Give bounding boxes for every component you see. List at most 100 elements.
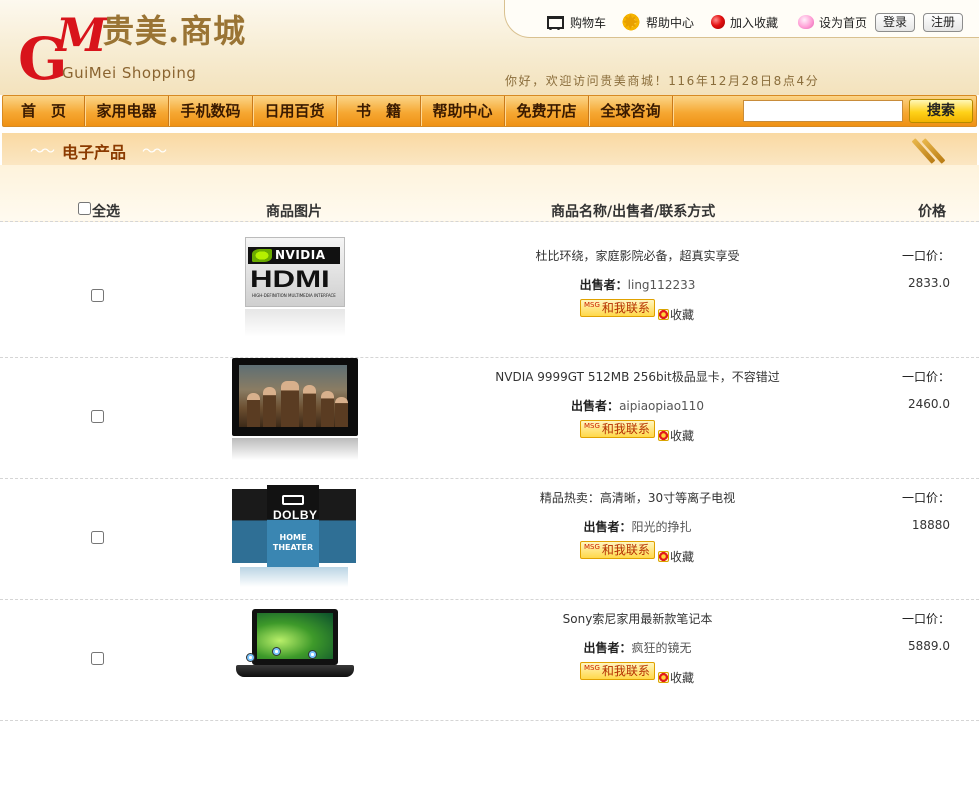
logo-letter-m: M bbox=[56, 8, 107, 62]
nav-item-books[interactable]: 书 籍 bbox=[337, 96, 422, 126]
search-input[interactable] bbox=[743, 100, 903, 122]
favorite-icon bbox=[657, 550, 669, 562]
contact-seller-button[interactable]: MSG 和我联系 bbox=[580, 420, 655, 438]
contact-seller-button[interactable]: MSG 和我联系 bbox=[580, 299, 655, 317]
seller-name: ling112233 bbox=[627, 278, 696, 292]
product-price: 5889.0 bbox=[908, 639, 950, 653]
seller-label: 出售者： bbox=[571, 399, 620, 413]
product-name[interactable]: NVDIA 9999GT 512MB 256bit极品显卡，不容错过 bbox=[400, 368, 875, 385]
nav-item-daily-goods[interactable]: 日用百货 bbox=[253, 96, 338, 126]
favorite-link[interactable]: 收藏 bbox=[657, 427, 694, 444]
column-header-price: 价格 bbox=[918, 204, 946, 220]
product-actions: MSG 和我联系 收藏 bbox=[580, 661, 694, 685]
favorite-label: 收藏 bbox=[669, 307, 694, 322]
select-all-label: 全选 bbox=[92, 204, 120, 220]
home-theater-text: HOME THEATER bbox=[272, 533, 314, 552]
register-button[interactable]: 注册 bbox=[923, 13, 964, 32]
nav-item-home[interactable]: 首 页 bbox=[3, 96, 86, 126]
row-checkbox[interactable] bbox=[91, 531, 104, 544]
column-header-picture: 商品图片 bbox=[266, 204, 322, 220]
dolby-double-d-icon bbox=[282, 495, 304, 505]
cart-label: 购物车 bbox=[570, 15, 607, 30]
product-name[interactable]: Sony索尼家用最新款笔记本 bbox=[400, 610, 875, 627]
set-homepage-link[interactable]: 设为首页 bbox=[798, 12, 867, 32]
product-seller: 出售者：疯狂的镜无 bbox=[400, 639, 875, 656]
product-actions: MSG 和我联系 收藏 bbox=[580, 419, 694, 443]
help-sun-icon bbox=[621, 10, 641, 34]
contact-label: 和我联系 bbox=[601, 543, 650, 557]
select-all-checkbox[interactable] bbox=[78, 202, 91, 215]
top-links-bar: 购物车 帮助中心 加入收藏 设为首页 登录 注册 bbox=[504, 0, 979, 38]
set-homepage-label: 设为首页 bbox=[819, 15, 868, 30]
seller-label: 出售者： bbox=[583, 641, 632, 655]
product-name[interactable]: 杜比环绕，家庭影院必备，超真实享受 bbox=[400, 247, 875, 264]
add-favorite-label: 加入收藏 bbox=[730, 15, 779, 30]
favorite-label: 收藏 bbox=[669, 549, 694, 564]
nav-item-open-store[interactable]: 免费开店 bbox=[505, 96, 590, 126]
help-center-link[interactable]: 帮助中心 bbox=[621, 10, 695, 34]
column-header-info: 商品名称/出售者/联系方式 bbox=[551, 204, 716, 220]
dolby-home-theater-image[interactable]: DOLBY HOME THEATER bbox=[230, 483, 358, 587]
product-name[interactable]: 精品热卖：高清晰，30寸等离子电视 bbox=[400, 489, 875, 506]
table-row: DOLBY HOME THEATER 精品热卖：高清晰，30寸等离子电视 出售者… bbox=[0, 479, 979, 600]
laptop-image[interactable] bbox=[230, 609, 358, 713]
favorite-icon bbox=[657, 308, 669, 320]
table-row: NVIDIA HDMI HIGH-DEFINITION MULTIMEDIA I… bbox=[0, 237, 979, 358]
heart-icon bbox=[798, 15, 814, 29]
tv-image[interactable] bbox=[230, 358, 358, 462]
help-center-label: 帮助中心 bbox=[646, 15, 695, 30]
row-checkbox[interactable] bbox=[91, 410, 104, 423]
nav-item-help-center[interactable]: 帮助中心 bbox=[421, 96, 506, 126]
product-price: 2460.0 bbox=[908, 397, 950, 411]
cart-icon bbox=[545, 13, 565, 31]
favorite-link[interactable]: 收藏 bbox=[657, 306, 694, 323]
login-button[interactable]: 登录 bbox=[875, 13, 916, 32]
favorite-label: 收藏 bbox=[669, 670, 694, 685]
favorite-icon bbox=[657, 429, 669, 441]
wave-decoration-left: ～～ bbox=[30, 144, 55, 160]
add-favorite-link[interactable]: 加入收藏 bbox=[711, 12, 778, 32]
logo-chinese-name: 贵美.商城 bbox=[102, 12, 247, 50]
favorite-link[interactable]: 收藏 bbox=[657, 548, 694, 565]
product-seller: 出售者：ling112233 bbox=[400, 276, 875, 293]
product-table-header: 全选 商品图片 商品名称/出售者/联系方式 价格 bbox=[0, 165, 979, 222]
product-price: 18880 bbox=[911, 518, 950, 532]
price-label: 一口价： bbox=[901, 370, 950, 384]
nvidia-logo-text: NVIDIA bbox=[275, 248, 326, 262]
product-actions: MSG 和我联系 收藏 bbox=[580, 540, 694, 564]
dolby-logo-text: DOLBY bbox=[273, 508, 318, 522]
nvidia-hdmi-image[interactable]: NVIDIA HDMI HIGH-DEFINITION MULTIMEDIA I… bbox=[230, 237, 358, 341]
favorite-label: 收藏 bbox=[669, 428, 694, 443]
nav-item-appliances[interactable]: 家用电器 bbox=[85, 96, 170, 126]
msg-icon: MSG bbox=[584, 543, 600, 551]
seller-label: 出售者： bbox=[579, 278, 628, 292]
contact-label: 和我联系 bbox=[601, 301, 650, 315]
table-row: NVDIA 9999GT 512MB 256bit极品显卡，不容错过 出售者：a… bbox=[0, 358, 979, 479]
hdmi-subtitle: HIGH-DEFINITION MULTIMEDIA INTERFACE bbox=[252, 293, 336, 298]
wave-decoration-right: ～～ bbox=[142, 144, 167, 160]
section-header: ～～ 电子产品 ～～ bbox=[2, 133, 977, 165]
nvidia-eye-icon bbox=[252, 249, 272, 262]
nav-item-phones-digital[interactable]: 手机数码 bbox=[169, 96, 254, 126]
welcome-message: 你好，欢迎访问贵美商城！116年12月28日8点4分 bbox=[505, 74, 820, 88]
site-logo[interactable]: G M 贵美.商城 GuiMei Shopping bbox=[18, 10, 288, 90]
product-actions: MSG 和我联系 收藏 bbox=[580, 298, 694, 322]
contact-label: 和我联系 bbox=[601, 422, 650, 436]
row-checkbox[interactable] bbox=[91, 652, 104, 665]
seller-name: aipiaopiao110 bbox=[619, 399, 704, 413]
msg-icon: MSG bbox=[584, 301, 600, 309]
table-row: Sony索尼家用最新款笔记本 出售者：疯狂的镜无 MSG 和我联系 收藏 一口价：… bbox=[0, 600, 979, 721]
search-button[interactable]: 搜索 bbox=[909, 99, 973, 123]
seller-name: 阳光的挣扎 bbox=[631, 520, 692, 534]
cart-link[interactable]: 购物车 bbox=[545, 12, 606, 32]
favorite-link[interactable]: 收藏 bbox=[657, 669, 694, 686]
red-ball-icon bbox=[711, 15, 725, 29]
nav-item-global-consult[interactable]: 全球咨询 bbox=[589, 96, 674, 126]
price-label: 一口价： bbox=[901, 491, 950, 505]
contact-seller-button[interactable]: MSG 和我联系 bbox=[580, 662, 655, 680]
favorite-icon bbox=[657, 671, 669, 683]
contact-seller-button[interactable]: MSG 和我联系 bbox=[580, 541, 655, 559]
row-checkbox[interactable] bbox=[91, 289, 104, 302]
pencils-icon bbox=[911, 136, 951, 164]
product-price: 2833.0 bbox=[908, 276, 950, 290]
